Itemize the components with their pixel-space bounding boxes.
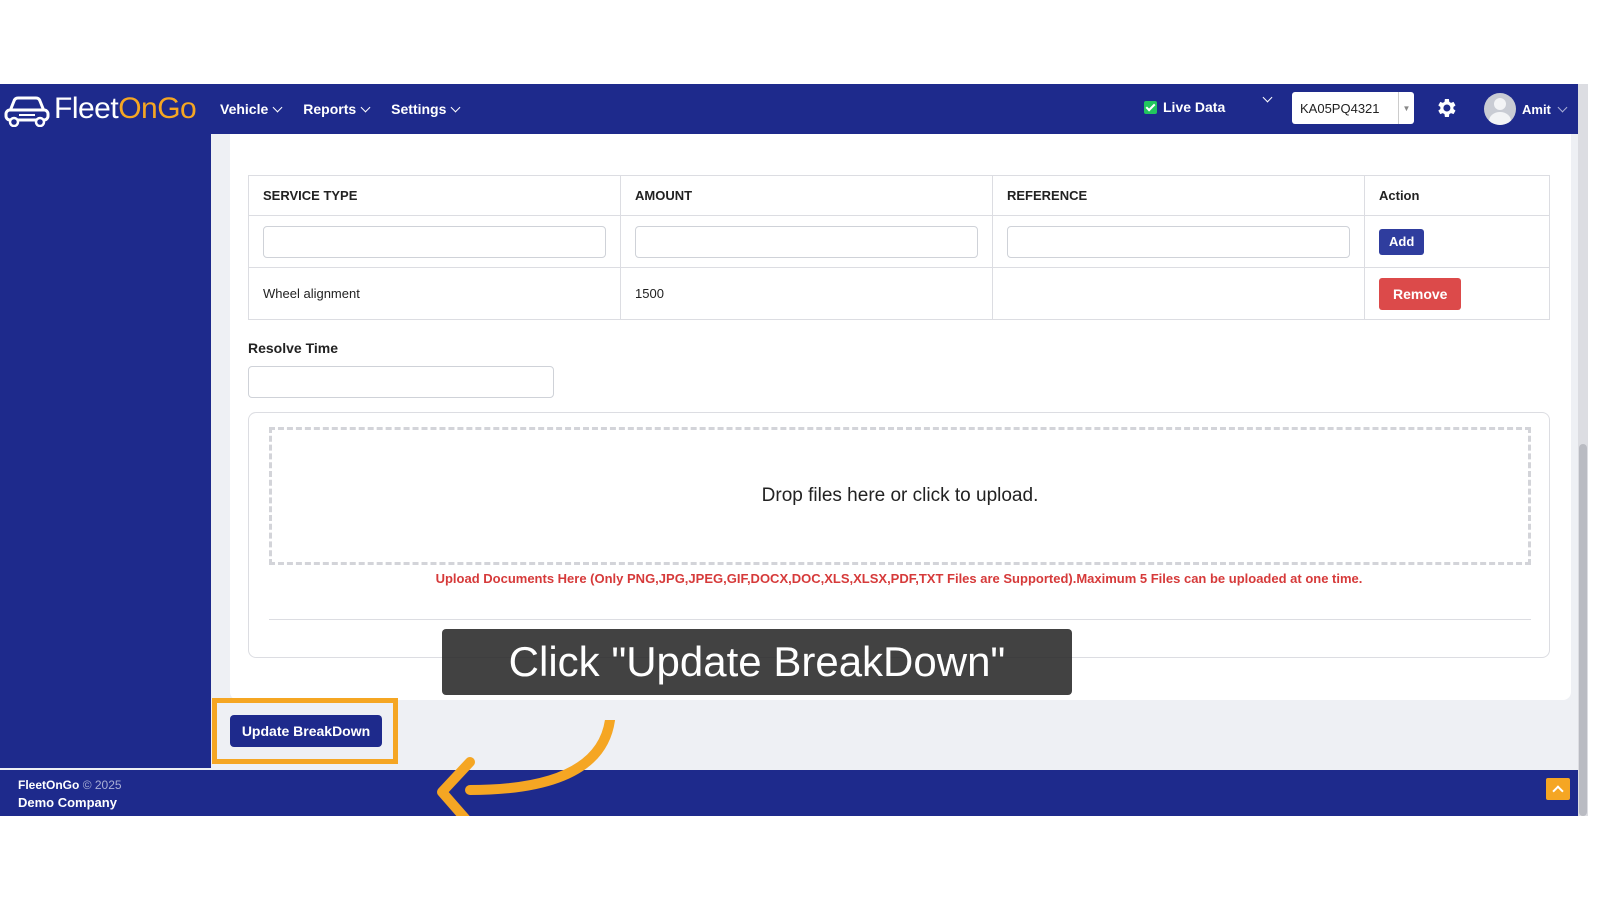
file-dropzone[interactable]: Drop files here or click to upload.	[269, 427, 1531, 565]
live-data-label: Live Data	[1163, 99, 1226, 115]
breakdown-form-card: SERVICE TYPE AMOUNT REFERENCE Action Add…	[230, 134, 1571, 700]
footer-brand: FleetOnGo © 2025	[18, 778, 122, 792]
footer: FleetOnGo © 2025 Demo Company	[0, 770, 1588, 816]
chevron-up-icon	[1552, 785, 1564, 797]
live-data-toggle[interactable]: Live Data	[1144, 99, 1225, 115]
remove-service-button[interactable]: Remove	[1379, 277, 1462, 310]
table-input-row: Add	[248, 215, 1550, 268]
nav-settings[interactable]: Settings	[391, 101, 461, 117]
live-data-checkbox[interactable]	[1144, 100, 1157, 114]
app-window: FleetOnGo Vehicle Reports Settings Live …	[0, 84, 1588, 816]
nav-vehicle[interactable]: Vehicle	[220, 101, 283, 117]
upload-section: Drop files here or click to upload. Uplo…	[248, 412, 1550, 658]
gear-icon[interactable]	[1434, 96, 1458, 120]
col-service-type: SERVICE TYPE	[248, 175, 621, 216]
chevron-down-icon	[272, 102, 283, 112]
vehicle-select[interactable]: KA05PQ4321 ▼	[1292, 92, 1414, 124]
resolve-time-input[interactable]	[248, 366, 554, 398]
nav-reports[interactable]: Reports	[303, 101, 371, 117]
main-nav: Vehicle Reports Settings	[220, 84, 461, 134]
add-service-button[interactable]: Add	[1379, 228, 1425, 255]
chevron-down-icon	[450, 102, 461, 112]
vehicle-select-value: KA05PQ4321	[1300, 100, 1380, 116]
cell-amount: 1500	[620, 267, 993, 320]
logo-text: FleetOnGo	[54, 92, 197, 125]
user-name: Amit	[1522, 101, 1551, 117]
cell-service-type: Wheel alignment	[248, 267, 621, 320]
table-row: Wheel alignment 1500 Remove	[248, 267, 1550, 320]
live-data-dropdown-icon[interactable]	[1262, 92, 1273, 103]
col-reference: REFERENCE	[992, 175, 1365, 216]
dropzone-text: Drop files here or click to upload.	[761, 485, 1039, 506]
divider	[269, 619, 1531, 620]
col-action: Action	[1364, 175, 1550, 216]
chevron-down-icon	[360, 102, 371, 112]
col-amount: AMOUNT	[620, 175, 993, 216]
avatar	[1484, 93, 1516, 125]
scrollbar-thumb[interactable]	[1579, 444, 1587, 816]
scrollbar[interactable]	[1578, 84, 1588, 816]
caret-down-icon[interactable]: ▼	[1398, 92, 1414, 124]
table-header-row: SERVICE TYPE AMOUNT REFERENCE Action	[248, 175, 1550, 216]
service-type-input[interactable]	[263, 225, 606, 258]
service-table: SERVICE TYPE AMOUNT REFERENCE Action Add…	[248, 175, 1550, 320]
footer-company: Demo Company	[18, 795, 117, 810]
user-menu[interactable]: Amit	[1484, 93, 1568, 125]
logo[interactable]: FleetOnGo	[4, 90, 197, 128]
top-navbar: FleetOnGo Vehicle Reports Settings Live …	[0, 84, 1588, 134]
reference-input[interactable]	[1007, 225, 1350, 258]
tutorial-tooltip: Click "Update BreakDown"	[442, 629, 1072, 695]
amount-input[interactable]	[635, 225, 978, 258]
sidebar	[0, 134, 211, 768]
update-breakdown-button[interactable]: Update BreakDown	[230, 715, 382, 747]
upload-note: Upload Documents Here (Only PNG,JPG,JPEG…	[435, 571, 1363, 586]
back-to-top-button[interactable]	[1546, 778, 1570, 800]
resolve-time-label: Resolve Time	[248, 340, 339, 356]
arrow-icon	[437, 720, 615, 816]
car-icon	[4, 96, 50, 127]
chevron-down-icon	[1557, 102, 1568, 112]
cell-reference	[992, 267, 1365, 320]
